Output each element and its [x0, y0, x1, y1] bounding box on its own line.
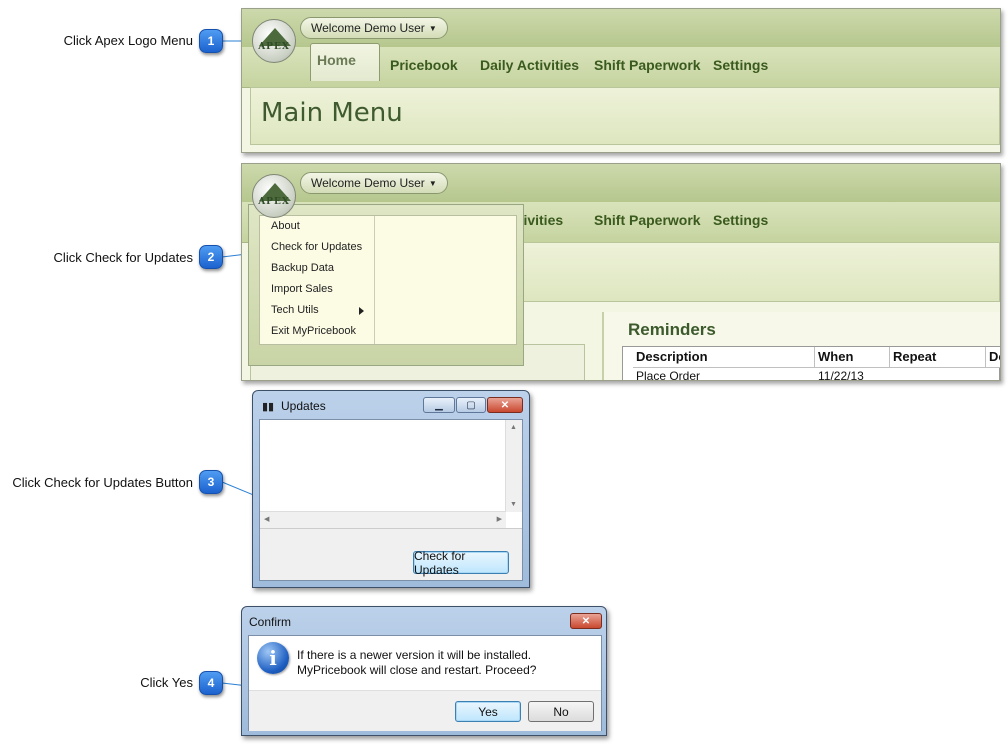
horizontal-scrollbar[interactable]: ◀ ▶ — [260, 511, 506, 528]
column-header[interactable]: Repeat — [890, 347, 986, 368]
confirm-message-line-1: If there is a newer version it will be i… — [297, 648, 532, 662]
table-cell[interactable]: Place Order — [633, 369, 700, 380]
step-3-label: Click Check for Updates Button — [12, 475, 193, 490]
step-4-label: Click Yes — [140, 675, 193, 690]
menu-list: About Check for Updates Backup Data Impo… — [260, 216, 375, 344]
updates-client-area: ▲ ▼ ◀ ▶ Check for Updates — [259, 419, 523, 581]
step-1-label: Click Apex Logo Menu — [63, 33, 193, 48]
close-icon: ✕ — [500, 399, 510, 411]
chevron-down-icon: ▼ — [428, 178, 437, 188]
welcome-label: Welcome Demo User — [311, 176, 425, 190]
yes-button[interactable]: Yes — [455, 701, 521, 722]
confirm-dialog-title: Confirm — [249, 615, 292, 629]
close-button[interactable]: ✕ — [570, 613, 602, 629]
maximize-button[interactable]: ▢ — [456, 397, 486, 413]
submenu-arrow-icon — [359, 307, 364, 315]
menu-item-exit[interactable]: Exit MyPricebook — [260, 321, 374, 342]
tab-settings[interactable]: Settings — [713, 57, 768, 73]
menu-item-backup-data[interactable]: Backup Data — [260, 258, 374, 279]
column-header[interactable]: When — [815, 347, 890, 368]
welcome-user-dropdown[interactable]: Welcome Demo User ▼ — [300, 172, 448, 194]
menu-item-check-for-updates[interactable]: Check for Updates — [260, 237, 374, 258]
reminders-panel: Reminders Description When Repeat Do Pla… — [602, 312, 1000, 380]
step-4-badge: 4 — [199, 671, 223, 695]
minimize-button[interactable]: ▁ — [423, 397, 455, 413]
menu-item-label: Tech Utils — [271, 304, 319, 316]
vertical-scrollbar[interactable]: ▲ ▼ — [505, 420, 522, 512]
page-title: Main Menu — [261, 98, 403, 128]
reminders-title: Reminders — [628, 320, 716, 339]
no-button[interactable]: No — [528, 701, 594, 722]
step-2-badge: 2 — [199, 245, 223, 269]
reminders-grid: Description When Repeat Do Place Order 1… — [622, 346, 1000, 380]
scroll-up-icon: ▲ — [510, 424, 517, 431]
tab-daily-activities[interactable]: Daily Activities — [480, 57, 579, 73]
apex-logo-icon[interactable]: APEX — [252, 19, 296, 63]
tab-home[interactable]: Home — [310, 43, 380, 81]
apex-logo-icon[interactable]: APEX — [252, 174, 296, 218]
maximize-icon: ▢ — [466, 399, 476, 411]
main-menu-screenshot: APEX Welcome Demo User ▼ Home Pricebook … — [241, 8, 1001, 153]
scroll-left-icon: ◀ — [264, 516, 270, 523]
welcome-user-dropdown[interactable]: Welcome Demo User ▼ — [300, 17, 448, 39]
table-cell[interactable]: 11/22/13 — [815, 369, 864, 380]
updates-dialog: ▮▮ Updates ▁ ▢ ✕ ▲ ▼ ◀ ▶ Check for Updat… — [252, 390, 530, 588]
app-window-icon: ▮▮ — [262, 401, 275, 413]
menu-item-tech-utils[interactable]: Tech Utils — [260, 300, 374, 321]
logo-dropdown-menu: About Check for Updates Backup Data Impo… — [248, 204, 524, 366]
menu-item-about[interactable]: About — [260, 216, 374, 237]
column-header[interactable]: Description — [633, 347, 815, 368]
step-3-badge: 3 — [199, 470, 223, 494]
column-header[interactable]: Do — [986, 347, 1000, 368]
step-1-badge: 1 — [199, 29, 223, 53]
updates-dialog-title: Updates — [281, 399, 326, 413]
confirm-dialog: Confirm ✕ i If there is a newer version … — [241, 606, 607, 736]
close-button[interactable]: ✕ — [487, 397, 523, 413]
scroll-right-icon: ▶ — [496, 516, 502, 523]
confirm-client-area: i If there is a newer version it will be… — [248, 635, 602, 731]
menu-item-import-sales[interactable]: Import Sales — [260, 279, 374, 300]
info-icon: i — [257, 642, 289, 674]
chevron-down-icon: ▼ — [428, 23, 437, 33]
minimize-icon: ▁ — [435, 399, 443, 411]
updates-log-textarea[interactable]: ▲ ▼ ◀ ▶ — [260, 420, 522, 529]
logo-menu-screenshot: Welcome Demo User ▼ ctivities Shift Pape… — [241, 163, 1001, 381]
confirm-message-line-2: MyPricebook will close and restart. Proc… — [297, 663, 537, 677]
welcome-label: Welcome Demo User — [311, 21, 425, 35]
tab-settings[interactable]: Settings — [713, 212, 768, 228]
scroll-down-icon: ▼ — [510, 501, 517, 508]
check-for-updates-button[interactable]: Check for Updates — [413, 549, 509, 577]
tab-shift-paperwork[interactable]: Shift Paperwork — [594, 57, 701, 73]
step-2-label: Click Check for Updates — [53, 250, 193, 265]
main-area: Main Menu — [250, 87, 1000, 145]
confirm-button-bar: Yes No — [249, 690, 601, 731]
tab-shift-paperwork[interactable]: Shift Paperwork — [594, 212, 701, 228]
tab-pricebook[interactable]: Pricebook — [390, 57, 458, 73]
close-icon: ✕ — [581, 615, 591, 627]
